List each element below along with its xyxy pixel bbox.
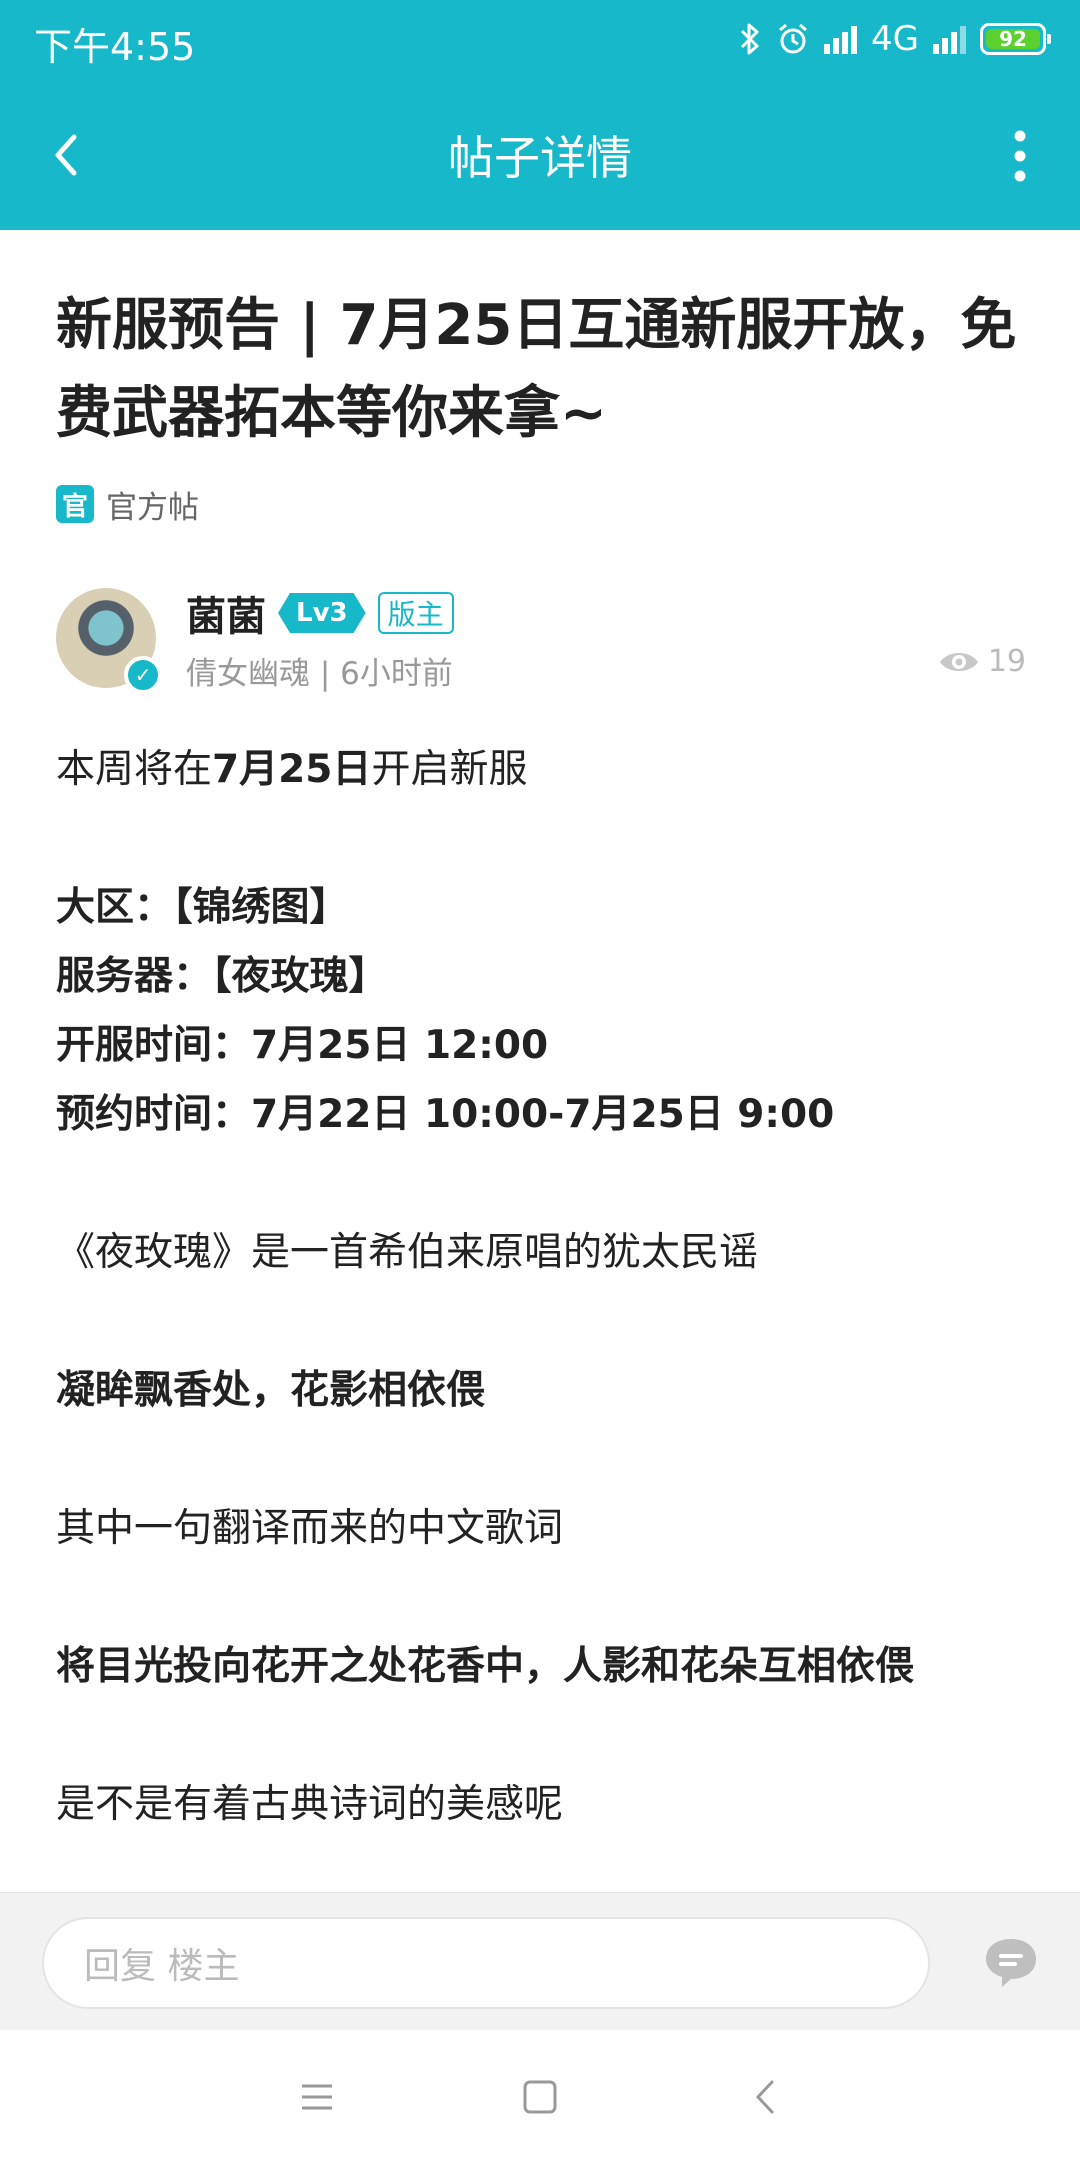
system-nav-bar: [0, 2030, 1080, 2160]
comment-bubble-icon[interactable]: [982, 1933, 1040, 1991]
moderator-badge: 版主: [377, 592, 454, 634]
author-block: ✓ 菌菌 Lv3 版主 倩女幽魂 | 6小时前 19: [56, 588, 1026, 694]
status-icons: 4G 92: [738, 14, 1051, 64]
content-line: 开服时间：7月25日 12:00: [56, 1023, 549, 1068]
post-content: 本周将在7月25日开启新服 大区：【锦绣图】 服务器：【夜玫瑰】 开服时间：7月…: [56, 735, 1036, 1839]
official-tag: 官 官方帖: [56, 484, 199, 526]
content-line: 服务器：【夜玫瑰】: [56, 954, 388, 999]
status-bar: 下午4:55 4G 92: [0, 0, 1080, 80]
verified-icon: ✓: [124, 656, 162, 694]
alarm-icon: [779, 23, 807, 54]
more-vertical-icon[interactable]: [1010, 128, 1030, 184]
post-title: 新服预告 | 7月25日互通新服开放，免费武器拓本等你来拿~: [56, 293, 1017, 446]
avatar[interactable]: ✓: [56, 588, 162, 694]
page-title: 帖子详情: [448, 131, 632, 185]
content-line: 是不是有着古典诗词的美感呢: [56, 1782, 564, 1827]
content-line: 凝眸飘香处，花影相依偎: [56, 1368, 486, 1413]
status-time: 下午4:55: [34, 25, 196, 69]
eye-icon: [939, 652, 978, 671]
back-chevron-icon[interactable]: [742, 2072, 792, 2122]
content-line: 将目光投向花开之处花香中，人影和花朵互相依偎: [56, 1644, 915, 1689]
bluetooth-icon: [740, 23, 759, 55]
view-count-number: 19: [987, 644, 1026, 679]
signal-icon: [824, 24, 858, 54]
author-name[interactable]: 菌菌: [186, 584, 266, 642]
content-line: 其中一句翻译而来的中文歌词: [56, 1506, 564, 1551]
post-meta: 倩女幽魂 | 6小时前: [186, 656, 453, 692]
level-badge: Lv3: [278, 593, 366, 633]
top-bar: 下午4:55 4G 92 帖子详情: [0, 0, 1080, 230]
nav-bar: 帖子详情: [0, 80, 1080, 230]
content-line: 预约时间：7月22日 10:00-7月25日 9:00: [56, 1092, 835, 1137]
view-count: 19: [938, 644, 1026, 679]
reply-input[interactable]: 回复 楼主: [42, 1917, 930, 2009]
menu-icon[interactable]: [292, 2072, 342, 2122]
battery-icon: 92: [980, 23, 1051, 55]
signal-icon-2: [933, 24, 966, 54]
reply-bar: 回复 楼主: [0, 1892, 1080, 2030]
author-name-row: 菌菌 Lv3 版主: [186, 588, 454, 640]
official-label: 官方帖: [106, 489, 199, 526]
official-badge: 官: [56, 485, 94, 523]
battery-level: 92: [999, 27, 1027, 51]
network-type: 4G: [871, 19, 919, 59]
content-line: 本周将在7月25日开启新服: [56, 747, 528, 792]
home-square-icon[interactable]: [515, 2072, 565, 2122]
content-line: 《夜玫瑰》是一首希伯来原唱的犹太民谣: [56, 1230, 759, 1275]
content-line: 大区：【锦绣图】: [56, 885, 349, 930]
